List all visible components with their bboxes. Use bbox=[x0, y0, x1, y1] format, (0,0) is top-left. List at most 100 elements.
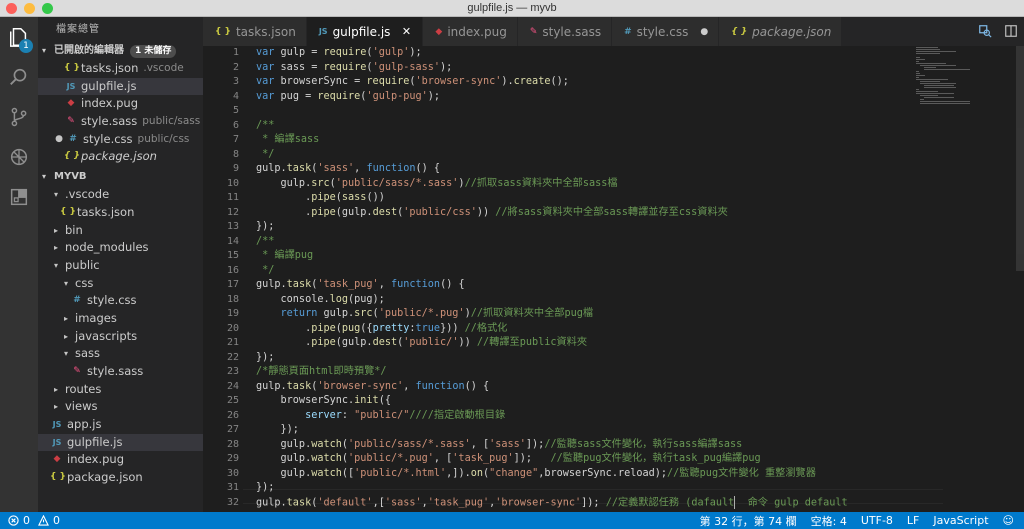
open-changes-icon[interactable] bbox=[978, 24, 992, 38]
tree-folder[interactable]: ▾ css bbox=[38, 275, 203, 293]
code-token: require bbox=[323, 47, 367, 58]
code-line[interactable]: }); bbox=[256, 351, 916, 366]
code-token: (gulp. bbox=[335, 337, 373, 349]
close-icon[interactable]: ✕ bbox=[400, 25, 412, 38]
code-line[interactable]: /** bbox=[256, 119, 916, 134]
code-line[interactable]: */ bbox=[256, 264, 916, 279]
code-line[interactable]: gulp.watch('public/sass/*.sass', ['sass'… bbox=[256, 438, 916, 453]
open-editor-item[interactable]: { } package.json bbox=[38, 148, 203, 166]
tree-folder[interactable]: ▾ .vscode bbox=[38, 186, 203, 204]
source-control-icon[interactable] bbox=[0, 99, 38, 135]
open-editor-item[interactable]: ◆ index.pug bbox=[38, 95, 203, 113]
code-line[interactable] bbox=[256, 104, 916, 119]
tree-file[interactable]: JS gulpfile.js bbox=[38, 433, 203, 452]
code-line[interactable]: gulp.watch(['public/*.html',]).on("chang… bbox=[256, 467, 916, 482]
code-line[interactable]: .pipe(sass()) bbox=[256, 191, 916, 206]
close-window-button[interactable] bbox=[6, 3, 17, 14]
code-line[interactable]: var gulp = require('gulp'); bbox=[256, 46, 916, 61]
tree-folder[interactable]: ▸ node_modules bbox=[38, 239, 203, 257]
tab-index-pug[interactable]: ◆ index.pug bbox=[423, 17, 518, 46]
sass-file-icon: ✎ bbox=[73, 366, 81, 376]
tree-file[interactable]: ✎ style.sass bbox=[38, 363, 203, 381]
tab-label: gulpfile.js bbox=[332, 24, 391, 39]
open-editor-item[interactable]: ● # style.css public/css bbox=[38, 131, 203, 149]
open-editors-header[interactable]: ▾ 已開啟的編輯器 1 未儲存 bbox=[38, 42, 203, 60]
code-token: return bbox=[256, 308, 324, 320]
smiley-icon[interactable]: ☺ bbox=[1003, 514, 1014, 527]
code-line[interactable]: browserSync.init({ bbox=[256, 394, 916, 409]
unsaved-dot-icon[interactable]: ● bbox=[52, 131, 66, 149]
tree-folder[interactable]: ▾ sass bbox=[38, 345, 203, 363]
code-line[interactable]: var browserSync = require('browser-sync'… bbox=[256, 75, 916, 90]
tree-folder[interactable]: ▸ bin bbox=[38, 222, 203, 240]
line-number: 32 bbox=[226, 496, 239, 508]
language-mode[interactable]: JavaScript bbox=[933, 514, 988, 527]
explorer-icon[interactable]: 1 bbox=[0, 19, 38, 55]
code-line[interactable]: }); bbox=[256, 220, 916, 235]
tab-tasks-json[interactable]: { } tasks.json bbox=[203, 17, 307, 46]
line-number: 25 bbox=[226, 395, 239, 407]
code-line[interactable]: gulp.task('sass', function() { bbox=[256, 162, 916, 177]
code-line[interactable]: gulp.task('browser-sync', function() { bbox=[256, 380, 916, 395]
tab-style-sass[interactable]: ✎ style.sass bbox=[517, 17, 613, 46]
css-file-icon: # bbox=[73, 295, 81, 306]
code-line[interactable]: gulp.task('task_pug', function() { bbox=[256, 278, 916, 293]
code-line[interactable]: /*靜態頁面html即時預覽*/ bbox=[256, 365, 916, 380]
tab-gulpfile-js[interactable]: JS gulpfile.js ✕ bbox=[306, 17, 424, 46]
scrollbar-thumb[interactable] bbox=[1016, 46, 1024, 271]
code-line[interactable]: gulp.watch('public/*.pug', ['task_pug'])… bbox=[256, 452, 916, 467]
maximize-window-button[interactable] bbox=[42, 3, 53, 14]
encoding[interactable]: UTF-8 bbox=[861, 514, 893, 527]
project-header[interactable]: ▾ MYVB bbox=[38, 168, 203, 186]
code-line[interactable]: * 編譯sass bbox=[256, 133, 916, 148]
tab-package-json[interactable]: { } package.json bbox=[719, 17, 843, 46]
code-token: var bbox=[256, 90, 281, 102]
search-icon[interactable] bbox=[0, 59, 38, 95]
tree-folder[interactable]: ▾ public bbox=[38, 257, 203, 275]
debug-icon[interactable] bbox=[0, 139, 38, 175]
code-line[interactable]: return gulp.src('public/*.pug')//抓取資料夾中全… bbox=[256, 307, 916, 322]
tree-folder[interactable]: ▸ javascripts bbox=[38, 328, 203, 346]
code-line[interactable]: var pug = require('gulp-pug'); bbox=[256, 90, 916, 105]
unsaved-dot-icon[interactable]: ● bbox=[700, 27, 708, 37]
code-line[interactable]: }); bbox=[256, 423, 916, 438]
vertical-scrollbar[interactable] bbox=[1016, 46, 1024, 512]
tree-file[interactable]: { } tasks.json bbox=[38, 204, 203, 222]
tree-file[interactable]: JS app.js bbox=[38, 416, 203, 434]
open-editor-item[interactable]: JS gulpfile.js bbox=[38, 77, 203, 96]
code-line[interactable]: .pipe(pug({pretty:true})) //格式化 bbox=[256, 322, 916, 337]
code-editor[interactable]: 1 2 3 4 5 6 7 8 9 10 11 12 13 14 15 16 1… bbox=[203, 46, 1024, 512]
chevron-right-icon: ▸ bbox=[53, 384, 58, 394]
end-of-line[interactable]: LF bbox=[907, 514, 919, 527]
tree-folder[interactable]: ▸ views bbox=[38, 398, 203, 416]
tree-folder[interactable]: ▸ routes bbox=[38, 381, 203, 399]
code-line[interactable]: */ bbox=[256, 148, 916, 163]
open-editor-item[interactable]: { } tasks.json .vscode bbox=[38, 60, 203, 78]
tree-file[interactable]: { } package.json bbox=[38, 469, 203, 487]
code-line[interactable]: .pipe(gulp.dest('public/')) //轉譯至public資… bbox=[256, 336, 916, 351]
code-lines[interactable]: var gulp = require('gulp'); var sass = re… bbox=[256, 46, 916, 511]
problems-indicator[interactable]: 0 0 bbox=[0, 514, 60, 527]
tree-file[interactable]: # style.css bbox=[38, 292, 203, 310]
code-line[interactable]: console.log(pug); bbox=[256, 293, 916, 308]
code-line[interactable]: }); bbox=[256, 481, 916, 496]
cursor-position[interactable]: 第 32 行，第 74 欄 bbox=[700, 513, 797, 529]
code-line[interactable]: var sass = require('gulp-sass'); bbox=[256, 61, 916, 76]
code-line[interactable]: .pipe(gulp.dest('public/css')) //將sass資料… bbox=[256, 206, 916, 221]
code-line[interactable]: /** bbox=[256, 235, 916, 250]
tree-folder[interactable]: ▸ images bbox=[38, 310, 203, 328]
tab-style-css[interactable]: # style.css ● bbox=[612, 17, 720, 46]
code-line[interactable]: * 編譯pug bbox=[256, 249, 916, 264]
code-line[interactable]: gulp.src('public/sass/*.sass')//抓取sass資料… bbox=[256, 177, 916, 192]
extensions-icon[interactable] bbox=[0, 179, 38, 215]
tree-file[interactable]: ◆ index.pug bbox=[38, 451, 203, 469]
code-line[interactable]: gulp.task('default',['sass','task_pug','… bbox=[256, 495, 916, 511]
minimap[interactable] bbox=[916, 46, 1016, 106]
open-editor-item[interactable]: ✎ style.sass public/sass bbox=[38, 113, 203, 131]
code-line[interactable]: server: "public/"////指定啟動根目錄 bbox=[256, 409, 916, 424]
split-editor-icon[interactable] bbox=[1004, 24, 1018, 38]
minimize-window-button[interactable] bbox=[24, 3, 35, 14]
indentation[interactable]: 空格: 4 bbox=[811, 513, 847, 529]
line-number: 26 bbox=[226, 409, 239, 421]
chevron-right-icon: ▸ bbox=[53, 243, 58, 253]
